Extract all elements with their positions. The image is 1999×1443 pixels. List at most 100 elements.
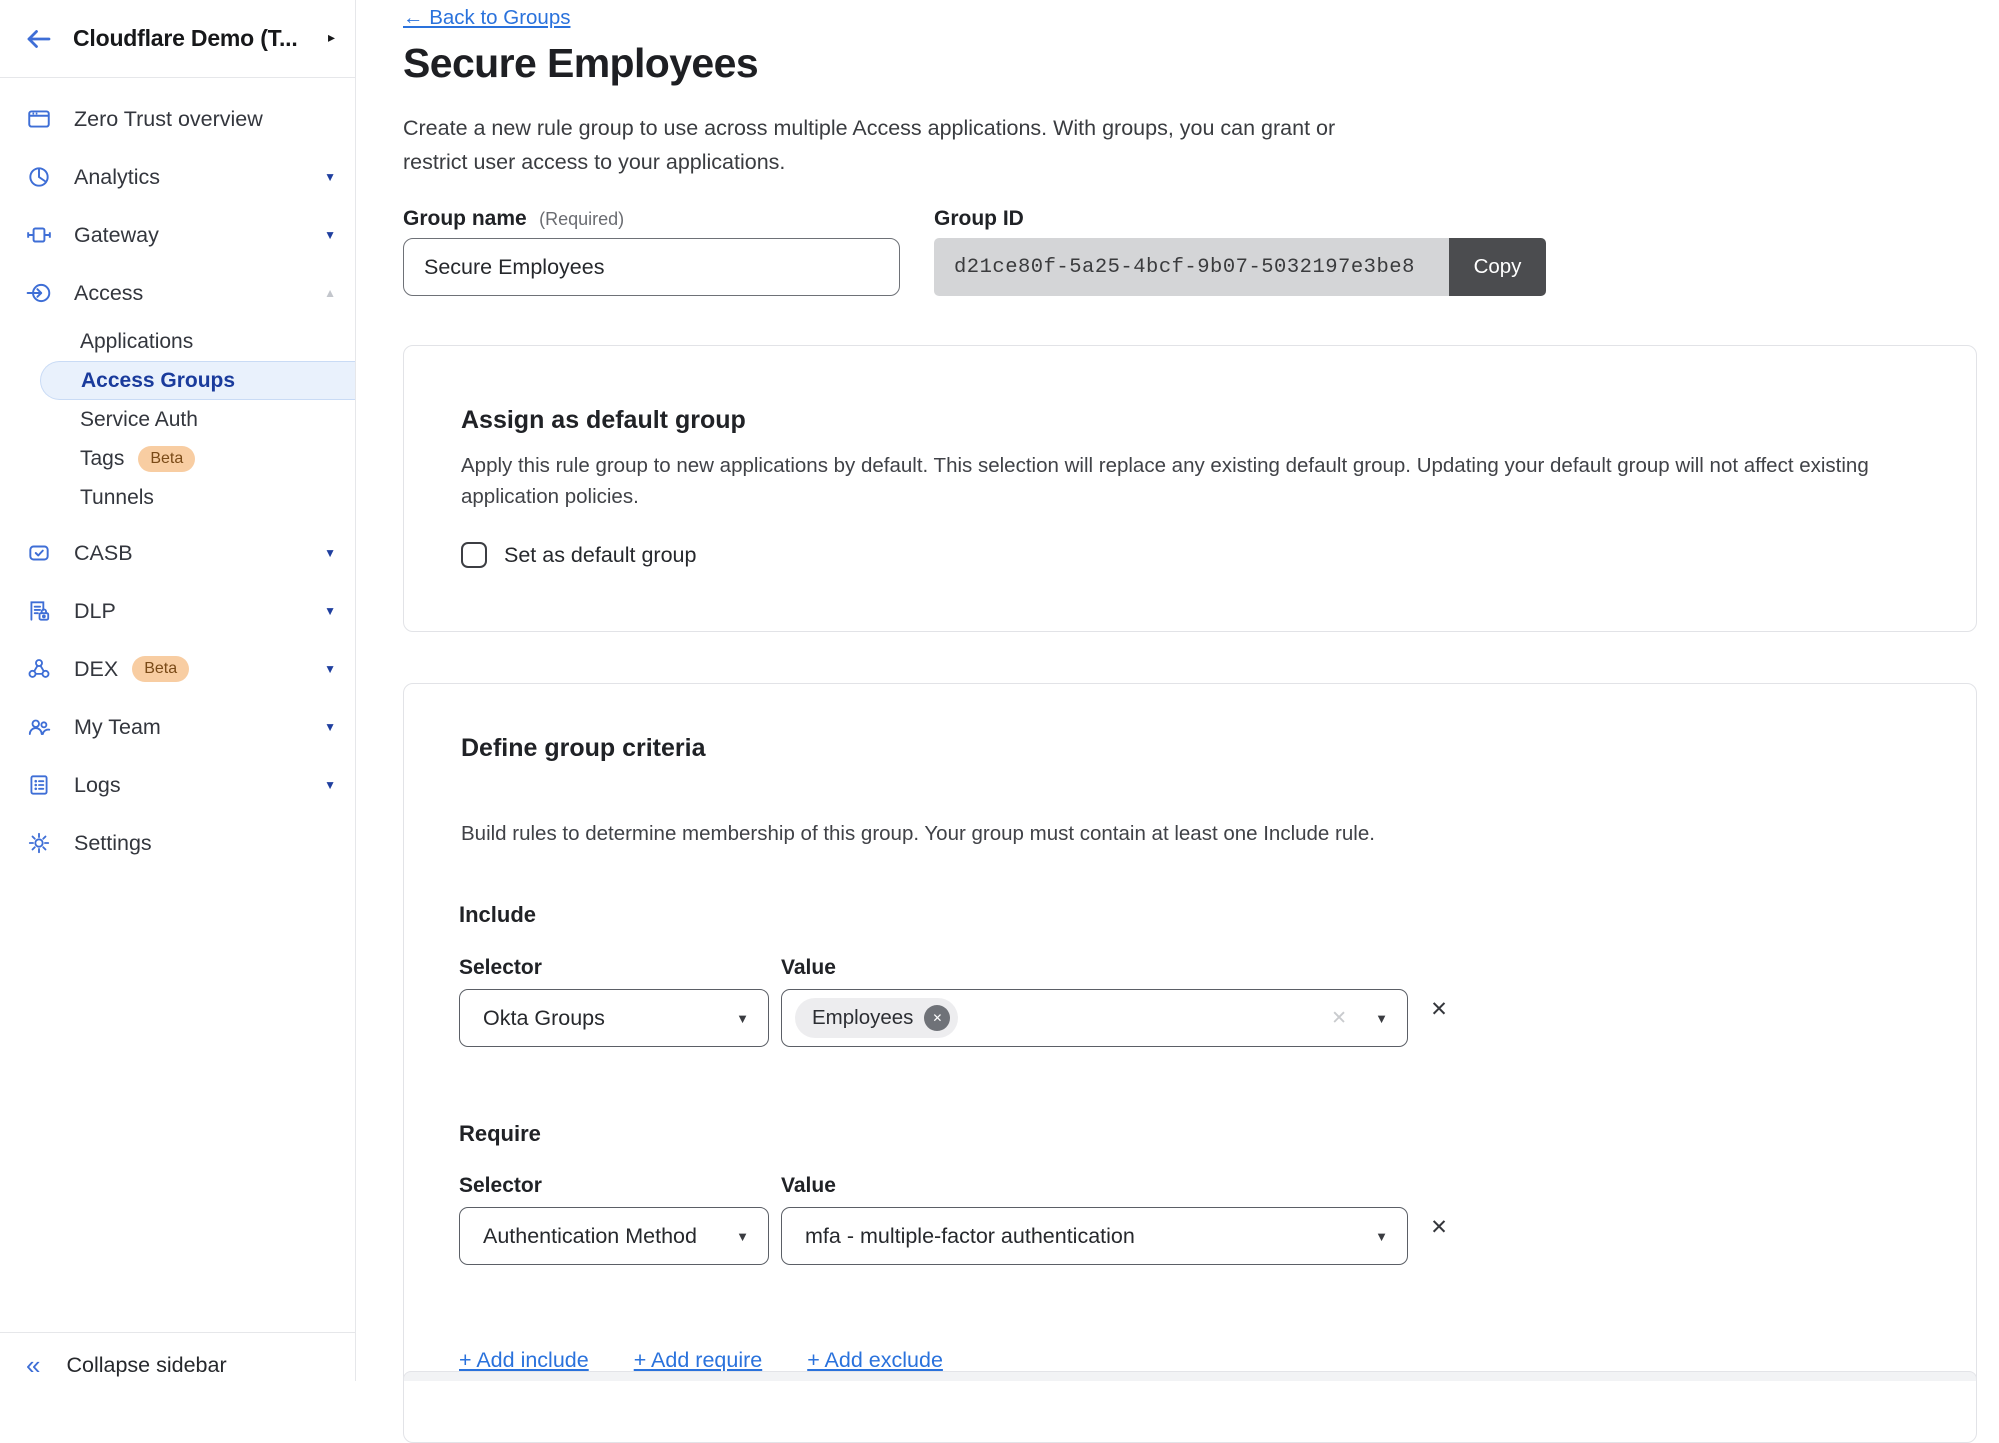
beta-badge: Beta <box>138 446 195 472</box>
add-require-link[interactable]: + Add require <box>634 1348 763 1373</box>
gateway-icon <box>26 222 52 248</box>
chevron-down-icon[interactable]: ▼ <box>324 604 336 618</box>
chevron-down-icon: ▼ <box>1375 1011 1388 1026</box>
bottom-bar-edge <box>403 1371 1977 1381</box>
sidebar-item-label: DEX <box>74 657 118 682</box>
overview-window-icon <box>26 106 52 132</box>
account-name: Cloudflare Demo (T... <box>73 25 298 52</box>
selector-column-label: Selector <box>459 1174 542 1198</box>
beta-badge: Beta <box>132 656 189 682</box>
sidebar-header: Cloudflare Demo (T... ▸ <box>0 0 355 78</box>
sidebar-item-dex[interactable]: DEX Beta ▼ <box>0 640 355 698</box>
chevron-down-icon[interactable]: ▼ <box>324 778 336 792</box>
sidebar-footer-divider <box>0 1332 355 1333</box>
back-to-groups-link[interactable]: ← Back to Groups <box>403 6 570 30</box>
sidebar-item-label: Service Auth <box>80 408 198 432</box>
sidebar-item-label: My Team <box>74 715 161 740</box>
access-icon <box>26 280 52 306</box>
sidebar-item-label: Tunnels <box>80 486 154 510</box>
value-column-label: Value <box>781 1174 836 1198</box>
sidebar-item-access[interactable]: Access ▲ <box>0 264 355 322</box>
document-lock-icon <box>26 598 52 624</box>
sidebar-nav: Zero Trust overview Analytics ▼ Gateway … <box>0 90 355 872</box>
chevron-down-icon: ▼ <box>736 1229 749 1244</box>
chevron-down-icon[interactable]: ▼ <box>324 170 336 184</box>
include-selector-dropdown[interactable]: Okta Groups ▼ <box>459 989 769 1047</box>
collapse-sidebar-label: Collapse sidebar <box>66 1353 226 1378</box>
gear-icon <box>26 830 52 856</box>
clear-values-icon[interactable]: ✕ <box>1331 1007 1347 1030</box>
sidebar-item-applications[interactable]: Applications <box>0 322 355 361</box>
sidebar: Cloudflare Demo (T... ▸ Zero Trust overv… <box>0 0 356 1381</box>
page-description: Create a new rule group to use across mu… <box>403 111 1368 179</box>
sidebar-item-label: Tags <box>80 447 124 471</box>
set-default-group-checkbox[interactable] <box>461 542 487 568</box>
sidebar-item-casb[interactable]: CASB ▼ <box>0 524 355 582</box>
sidebar-item-logs[interactable]: Logs ▼ <box>0 756 355 814</box>
sidebar-item-label: Gateway <box>74 223 159 248</box>
set-default-group-row: Set as default group <box>461 542 696 568</box>
group-id-label: Group ID <box>934 207 1024 231</box>
card-description: Apply this rule group to new application… <box>461 450 1891 512</box>
chevron-down-icon: ▼ <box>736 1011 749 1026</box>
card-title: Define group criteria <box>461 734 706 763</box>
remove-require-rule-button[interactable]: ✕ <box>1426 1215 1452 1240</box>
chevron-up-icon[interactable]: ▲ <box>324 286 336 300</box>
sidebar-item-label: Access <box>74 281 143 306</box>
sidebar-item-analytics[interactable]: Analytics ▼ <box>0 148 355 206</box>
sidebar-item-zero-trust-overview[interactable]: Zero Trust overview <box>0 90 355 148</box>
sidebar-item-label: Zero Trust overview <box>74 107 263 132</box>
sidebar-item-tunnels[interactable]: Tunnels <box>0 478 355 517</box>
people-icon <box>26 714 52 740</box>
include-rule-row: Okta Groups ▼ Employees ✕ ✕ ▼ ✕ <box>404 989 1976 1047</box>
sidebar-item-my-team[interactable]: My Team ▼ <box>0 698 355 756</box>
sidebar-item-tags[interactable]: Tags Beta <box>0 439 355 478</box>
chevron-down-icon[interactable]: ▼ <box>324 720 336 734</box>
sidebar-item-label: DLP <box>74 599 116 624</box>
required-hint: (Required) <box>539 209 624 229</box>
chevron-down-icon[interactable]: ▼ <box>324 546 336 560</box>
collapse-sidebar-button[interactable]: « Collapse sidebar <box>0 1352 355 1378</box>
sidebar-item-settings[interactable]: Settings <box>0 814 355 872</box>
sidebar-item-label: Access Groups <box>81 369 235 393</box>
sidebar-item-dlp[interactable]: DLP ▼ <box>0 582 355 640</box>
group-id-value-box: d21ce80f-5a25-4bcf-9b07-5032197e3be8 <box>934 238 1449 296</box>
add-include-link[interactable]: + Add include <box>459 1348 589 1373</box>
value-column-label: Value <box>781 956 836 980</box>
remove-tag-icon[interactable]: ✕ <box>924 1005 950 1031</box>
pie-chart-icon <box>26 164 52 190</box>
sidebar-item-service-auth[interactable]: Service Auth <box>0 400 355 439</box>
chevron-down-icon[interactable]: ▼ <box>324 662 336 676</box>
sidebar-item-label: Applications <box>80 330 193 354</box>
sidebar-item-access-groups[interactable]: Access Groups <box>40 361 355 400</box>
chevron-down-icon[interactable]: ▼ <box>324 228 336 242</box>
chevron-down-icon: ▼ <box>1375 1229 1388 1244</box>
require-section-heading: Require <box>459 1121 541 1147</box>
collapse-chevrons-icon: « <box>26 1352 40 1378</box>
card-title: Assign as default group <box>461 406 746 435</box>
back-arrow-icon[interactable] <box>24 24 54 54</box>
sidebar-item-gateway[interactable]: Gateway ▼ <box>0 206 355 264</box>
casb-icon <box>26 540 52 566</box>
add-exclude-link[interactable]: + Add exclude <box>807 1348 943 1373</box>
include-value-multiselect[interactable]: Employees ✕ ✕ ▼ <box>781 989 1408 1047</box>
include-section-heading: Include <box>459 902 536 928</box>
assign-default-group-card: Assign as default group Apply this rule … <box>403 345 1977 632</box>
require-value-dropdown[interactable]: mfa - multiple-factor authentication ▼ <box>781 1207 1408 1265</box>
network-nodes-icon <box>26 656 52 682</box>
sidebar-item-label: CASB <box>74 541 133 566</box>
sidebar-item-label: Logs <box>74 773 121 798</box>
remove-include-rule-button[interactable]: ✕ <box>1426 997 1452 1022</box>
account-expand-icon[interactable]: ▸ <box>328 29 335 46</box>
access-sub-nav: Applications Access Groups Service Auth … <box>0 322 355 517</box>
group-name-input[interactable] <box>403 238 900 296</box>
require-rule-row: Authentication Method ▼ mfa - multiple-f… <box>404 1207 1976 1265</box>
checkbox-label: Set as default group <box>504 543 696 568</box>
copy-group-id-button[interactable]: Copy <box>1449 238 1546 296</box>
require-selector-dropdown[interactable]: Authentication Method ▼ <box>459 1207 769 1265</box>
define-group-criteria-card: Define group criteria Build rules to det… <box>403 683 1977 1443</box>
group-name-label: Group name (Required) <box>403 207 624 231</box>
selector-column-label: Selector <box>459 956 542 980</box>
page-title: Secure Employees <box>403 40 758 87</box>
logs-list-icon <box>26 772 52 798</box>
